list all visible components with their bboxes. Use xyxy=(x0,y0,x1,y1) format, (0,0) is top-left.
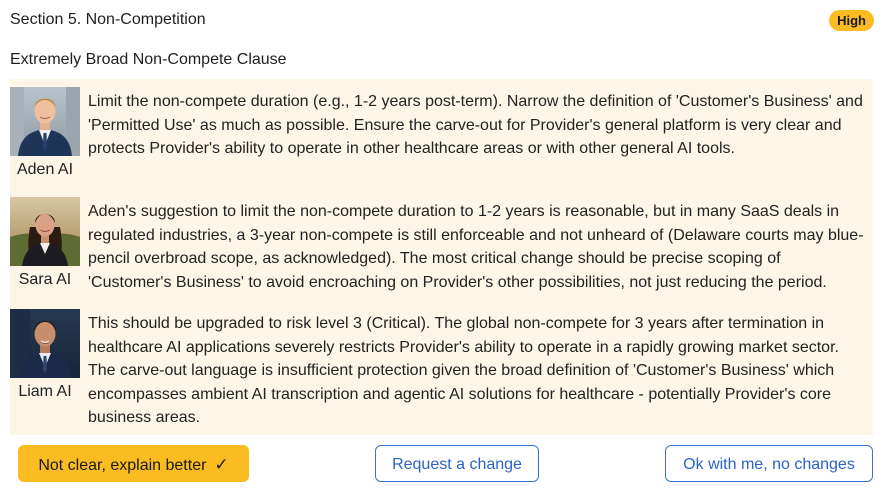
comment-author-block: Sara AI xyxy=(10,197,80,290)
comment-author: Aden AI xyxy=(16,161,74,178)
comment-author: Liam AI xyxy=(18,383,72,400)
not-clear-button[interactable]: Not clear, explain better ✓ xyxy=(18,445,249,482)
section-header: Section 5. Non-Competition High xyxy=(10,8,874,32)
risk-badge: High xyxy=(829,10,874,31)
avatar-aden-image xyxy=(10,87,80,156)
avatar-liam-image xyxy=(10,309,80,378)
action-bar: Not clear, explain better ✓ Request a cha… xyxy=(18,445,874,483)
ok-no-changes-button[interactable]: Ok with me, no changes xyxy=(665,445,873,482)
comment-text: This should be upgraded to risk level 3 … xyxy=(88,315,839,426)
comments-panel: Aden AI Limit the non-compete duration (… xyxy=(10,79,873,435)
avatar-sara-image xyxy=(10,197,80,266)
avatar xyxy=(10,87,80,156)
checkmark-icon: ✓ xyxy=(214,455,229,474)
comment-author-block: Liam AI xyxy=(10,309,80,402)
avatar xyxy=(10,197,80,266)
avatar xyxy=(10,309,80,378)
comment-text: Limit the non-compete duration (e.g., 1-… xyxy=(88,93,863,157)
comment-sara: Sara AI Aden's suggestion to limit the n… xyxy=(10,189,873,297)
comment-text: Aden's suggestion to limit the non-compe… xyxy=(88,203,864,291)
section-title: Section 5. Non-Competition xyxy=(10,11,206,28)
not-clear-label: Not clear, explain better xyxy=(38,457,207,474)
comment-aden: Aden AI Limit the non-compete duration (… xyxy=(10,79,873,187)
comment-author: Sara AI xyxy=(18,271,72,288)
comment-liam: Liam AI This should be upgraded to risk … xyxy=(10,301,873,435)
issue-title: Extremely Broad Non-Compete Clause xyxy=(10,51,287,68)
comment-author-block: Aden AI xyxy=(10,87,80,180)
request-change-button[interactable]: Request a change xyxy=(375,445,539,482)
